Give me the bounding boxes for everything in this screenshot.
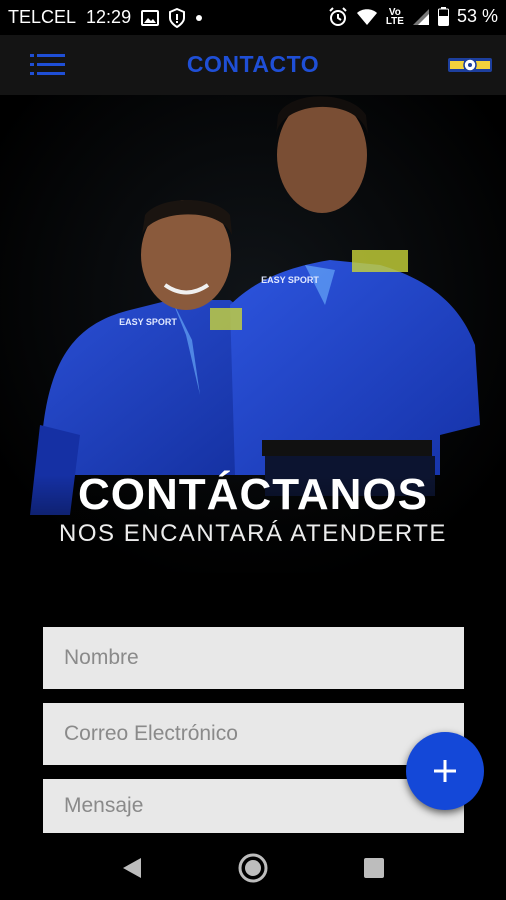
add-button[interactable] bbox=[406, 732, 484, 810]
volte-icon: Vo LTE bbox=[385, 7, 404, 27]
alarm-icon bbox=[328, 6, 348, 27]
wifi-icon bbox=[356, 8, 378, 26]
hero-title: CONTÁCTANOS bbox=[78, 470, 428, 519]
page-title: CONTACTO bbox=[186, 51, 320, 77]
shirt-brand-left: EASY SPORT bbox=[119, 317, 177, 327]
shield-icon bbox=[169, 7, 186, 28]
shirt-brand-right: EASY SPORT bbox=[261, 275, 319, 285]
app-bar: CONTACTO bbox=[0, 35, 506, 95]
name-field[interactable] bbox=[43, 627, 464, 689]
brand-logo bbox=[448, 55, 492, 75]
shirt-logo-right bbox=[352, 250, 408, 272]
status-bar: TELCEL 12:29 Vo LTE 53 % bbox=[0, 0, 506, 35]
volte-bottom-label: LTE bbox=[385, 15, 404, 27]
battery-icon bbox=[437, 7, 449, 26]
recents-icon[interactable] bbox=[357, 851, 391, 885]
notification-dot-icon bbox=[195, 14, 203, 22]
message-field[interactable] bbox=[43, 779, 464, 833]
signal-icon bbox=[412, 8, 430, 26]
plus-icon bbox=[434, 760, 456, 782]
home-icon[interactable] bbox=[236, 851, 270, 885]
system-nav-bar bbox=[0, 833, 506, 900]
image-icon bbox=[141, 9, 160, 27]
carrier-label: TELCEL bbox=[8, 7, 77, 27]
shirt-logo-left bbox=[210, 308, 242, 330]
battery-percent: 53 % bbox=[456, 6, 498, 26]
email-field[interactable] bbox=[43, 703, 464, 765]
back-icon[interactable] bbox=[115, 851, 149, 885]
hero-subtitle: NOS ENCANTARÁ ATENDERTE bbox=[59, 520, 447, 547]
clock: 12:29 bbox=[86, 7, 132, 27]
